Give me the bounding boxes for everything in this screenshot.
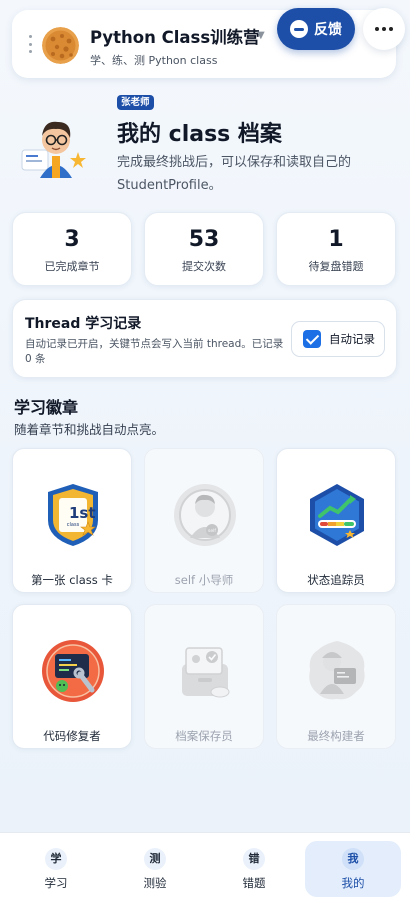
teacher-avatar [18, 112, 94, 180]
nav-item-me[interactable]: 我 我的 [305, 841, 401, 897]
me-icon: 我 [342, 848, 364, 870]
page-description: 完成最终挑战后，可以保存和读取自己的 StudentProfile。 [117, 155, 352, 193]
more-dots-icon [375, 27, 379, 31]
badge-name: 代码修复者 [43, 729, 101, 743]
teacher-badge: 张老师 [117, 95, 154, 110]
self-mentor-icon: self [172, 482, 238, 548]
thread-record-card: Thread 学习记录 自动记录已开启，关键节点会写入当前 thread。已记录… [12, 299, 397, 378]
state-tracker-icon [304, 482, 370, 548]
nav-label: 测验 [143, 876, 167, 890]
mistakes-icon: 错 [243, 848, 265, 870]
badge-card[interactable]: 最终构建者 [276, 604, 396, 749]
stat-label: 待复盘错题 [308, 260, 364, 273]
stat-value: 53 [188, 227, 220, 252]
badge-art-text: 1st [69, 504, 96, 522]
quiz-icon: 测 [144, 848, 166, 870]
badge-card[interactable]: self self 小导师 [144, 448, 264, 593]
code-fixer-icon [40, 638, 106, 704]
auto-record-label: 自动记录 [329, 332, 375, 346]
bottom-nav: 学 学习 测 测验 错 错题 我 我的 [0, 832, 410, 902]
nav-item-learn[interactable]: 学 学习 [8, 841, 104, 897]
stat-submissions: 53 提交次数 [144, 212, 264, 286]
app-title[interactable]: Python Class训练营 [90, 24, 260, 48]
app-subtitle: 学、练、测 Python class [90, 54, 218, 67]
chevron-down-icon[interactable]: ▼ [257, 30, 265, 41]
badge-card[interactable]: 代码修复者 [12, 604, 132, 749]
badge-card[interactable]: 1st class 第一张 class 卡 [12, 448, 132, 593]
stat-label: 已完成章节 [44, 260, 100, 273]
feedback-icon [290, 20, 308, 38]
nav-label: 学习 [44, 876, 68, 890]
badge-name: self 小导师 [174, 573, 234, 587]
feedback-button[interactable]: 反馈 [277, 8, 355, 50]
badge-name: 档案保存员 [175, 729, 233, 743]
auto-record-toggle[interactable]: 自动记录 [291, 321, 385, 357]
badge-card[interactable]: 状态追踪员 [276, 448, 396, 593]
first-class-card-icon: 1st class [40, 482, 106, 548]
profile-saver-icon [172, 638, 238, 704]
stat-value: 3 [64, 227, 80, 252]
badges-title: 学习徽章 [14, 398, 79, 417]
badge-art-text: self [208, 528, 216, 534]
nav-label: 错题 [242, 876, 266, 890]
nav-item-quiz[interactable]: 测 测验 [107, 841, 203, 897]
thread-description: 自动记录已开启，关键节点会写入当前 thread。已记录 0 条 [25, 338, 284, 365]
stat-completed-chapters: 3 已完成章节 [12, 212, 132, 286]
badge-name: 最终构建者 [307, 729, 365, 743]
stat-review-mistakes: 1 待复盘错题 [276, 212, 396, 286]
drag-handle-icon[interactable] [26, 35, 34, 53]
badge-art-subtext: class [67, 522, 80, 528]
thread-title: Thread 学习记录 [25, 316, 142, 332]
app-logo [42, 27, 79, 64]
badge-name: 状态追踪员 [307, 573, 365, 587]
stat-label: 提交次数 [182, 260, 226, 273]
nav-item-mistakes[interactable]: 错 错题 [206, 841, 302, 897]
badges-subtitle: 随着章节和挑战自动点亮。 [14, 422, 165, 437]
more-options-button[interactable] [363, 8, 405, 50]
final-builder-icon [304, 638, 370, 704]
checkbox-checked-icon[interactable] [303, 330, 321, 348]
badge-name: 第一张 class 卡 [31, 573, 113, 587]
learn-icon: 学 [45, 848, 67, 870]
stat-value: 1 [328, 227, 344, 252]
badge-card[interactable]: 档案保存员 [144, 604, 264, 749]
page-title: 我的 class 档案 [117, 122, 282, 147]
nav-label: 我的 [341, 876, 365, 890]
feedback-label: 反馈 [314, 22, 342, 38]
